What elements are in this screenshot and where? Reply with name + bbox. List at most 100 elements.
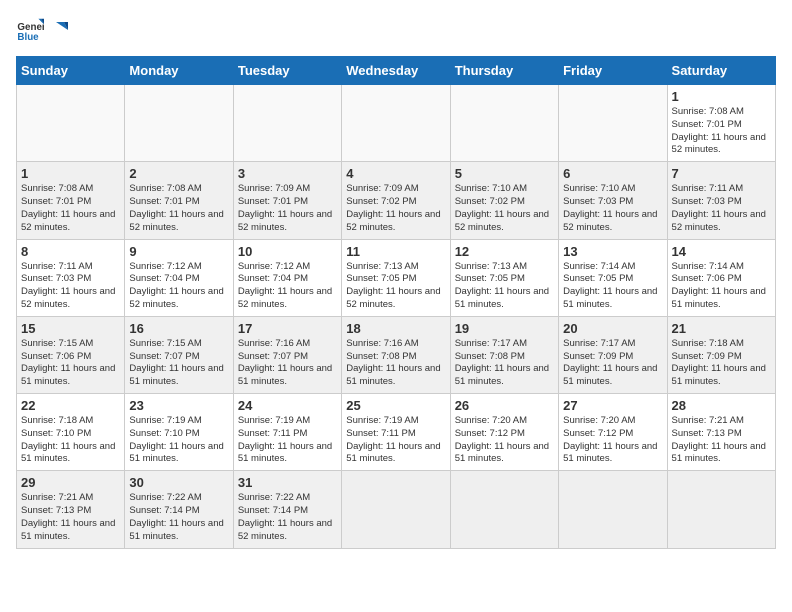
day-number: 24 — [238, 398, 337, 413]
day-info: Sunrise: 7:10 AMSunset: 7:03 PMDaylight:… — [563, 183, 657, 232]
day-info: Sunrise: 7:19 AMSunset: 7:11 PMDaylight:… — [238, 415, 332, 464]
day-number: 6 — [563, 166, 662, 181]
day-info: Sunrise: 7:21 AMSunset: 7:13 PMDaylight:… — [672, 415, 766, 464]
header-day-sunday: Sunday — [17, 57, 125, 85]
day-info: Sunrise: 7:09 AMSunset: 7:01 PMDaylight:… — [238, 183, 332, 232]
calendar-cell: 8Sunrise: 7:11 AMSunset: 7:03 PMDaylight… — [17, 239, 125, 316]
week-row-3: 8Sunrise: 7:11 AMSunset: 7:03 PMDaylight… — [17, 239, 776, 316]
calendar-cell — [559, 471, 667, 548]
calendar-cell: 19 Sunrise: 7:17 AMSunset: 7:08 PMDayligh… — [450, 316, 558, 393]
day-number: 15 — [21, 321, 120, 336]
day-number: 13 — [563, 244, 662, 259]
day-info: Sunrise: 7:20 AMSunset: 7:12 PMDaylight:… — [455, 415, 549, 464]
day-info: Sunrise: 7:08 AMSunset: 7:01 PMDaylight:… — [129, 183, 223, 232]
day-number: 5 — [455, 166, 554, 181]
day-number: 16 — [129, 321, 228, 336]
calendar-cell: 4 Sunrise: 7:09 AMSunset: 7:02 PMDaylight… — [342, 162, 450, 239]
calendar-cell — [450, 471, 558, 548]
day-info: Sunrise: 7:12 AMSunset: 7:04 PMDaylight:… — [238, 261, 332, 310]
calendar-cell: 17 Sunrise: 7:16 AMSunset: 7:07 PMDayligh… — [233, 316, 341, 393]
day-number: 4 — [346, 166, 445, 181]
calendar-cell — [342, 85, 450, 162]
calendar-cell: 1 Sunrise: 7:08 AMSunset: 7:01 PMDaylight… — [17, 162, 125, 239]
day-number: 11 — [346, 244, 445, 259]
logo: General Blue — [16, 16, 70, 44]
day-info: Sunrise: 7:17 AMSunset: 7:08 PMDaylight:… — [455, 338, 549, 387]
calendar-cell: 12Sunrise: 7:13 AMSunset: 7:05 PMDayligh… — [450, 239, 558, 316]
day-info: Sunrise: 7:19 AMSunset: 7:10 PMDaylight:… — [129, 415, 223, 464]
header-day-thursday: Thursday — [450, 57, 558, 85]
calendar-cell: 1Sunrise: 7:08 AMSunset: 7:01 PMDaylight… — [667, 85, 775, 162]
week-row-4: 15 Sunrise: 7:15 AMSunset: 7:06 PMDayligh… — [17, 316, 776, 393]
day-info: Sunrise: 7:22 AMSunset: 7:14 PMDaylight:… — [129, 492, 223, 541]
day-number: 3 — [238, 166, 337, 181]
day-number: 7 — [672, 166, 771, 181]
day-info: Sunrise: 7:11 AMSunset: 7:03 PMDaylight:… — [672, 183, 766, 232]
day-number: 19 — [455, 321, 554, 336]
calendar-table: SundayMondayTuesdayWednesdayThursdayFrid… — [16, 56, 776, 549]
day-number: 17 — [238, 321, 337, 336]
day-info: Sunrise: 7:15 AMSunset: 7:07 PMDaylight:… — [129, 338, 223, 387]
day-number: 22 — [21, 398, 120, 413]
day-number: 20 — [563, 321, 662, 336]
day-number: 14 — [672, 244, 771, 259]
day-info: Sunrise: 7:20 AMSunset: 7:12 PMDaylight:… — [563, 415, 657, 464]
day-number: 2 — [129, 166, 228, 181]
day-number: 1 — [21, 166, 120, 181]
header-day-wednesday: Wednesday — [342, 57, 450, 85]
logo-arrow-icon — [50, 20, 70, 40]
day-number: 23 — [129, 398, 228, 413]
calendar-cell — [17, 85, 125, 162]
calendar-cell: 6 Sunrise: 7:10 AMSunset: 7:03 PMDaylight… — [559, 162, 667, 239]
day-info: Sunrise: 7:09 AMSunset: 7:02 PMDaylight:… — [346, 183, 440, 232]
calendar-cell: 15 Sunrise: 7:15 AMSunset: 7:06 PMDayligh… — [17, 316, 125, 393]
day-info: Sunrise: 7:18 AMSunset: 7:10 PMDaylight:… — [21, 415, 115, 464]
week-row-2: 1 Sunrise: 7:08 AMSunset: 7:01 PMDaylight… — [17, 162, 776, 239]
calendar-cell: 22 Sunrise: 7:18 AMSunset: 7:10 PMDayligh… — [17, 394, 125, 471]
week-row-5: 22 Sunrise: 7:18 AMSunset: 7:10 PMDayligh… — [17, 394, 776, 471]
calendar-cell: 9Sunrise: 7:12 AMSunset: 7:04 PMDaylight… — [125, 239, 233, 316]
calendar-cell: 10 Sunrise: 7:12 AMSunset: 7:04 PMDayligh… — [233, 239, 341, 316]
calendar-cell: 14Sunrise: 7:14 AMSunset: 7:06 PMDayligh… — [667, 239, 775, 316]
day-info: Sunrise: 7:21 AMSunset: 7:13 PMDaylight:… — [21, 492, 115, 541]
day-number: 12 — [455, 244, 554, 259]
day-info: Sunrise: 7:18 AMSunset: 7:09 PMDaylight:… — [672, 338, 766, 387]
header-day-friday: Friday — [559, 57, 667, 85]
day-info: Sunrise: 7:22 AMSunset: 7:14 PMDaylight:… — [238, 492, 332, 541]
calendar-cell: 5Sunrise: 7:10 AMSunset: 7:02 PMDaylight… — [450, 162, 558, 239]
week-row-6: 29 Sunrise: 7:21 AMSunset: 7:13 PMDayligh… — [17, 471, 776, 548]
day-info: Sunrise: 7:15 AMSunset: 7:06 PMDaylight:… — [21, 338, 115, 387]
header-day-tuesday: Tuesday — [233, 57, 341, 85]
day-info: Sunrise: 7:12 AMSunset: 7:04 PMDaylight:… — [129, 261, 223, 310]
calendar-cell: 21Sunrise: 7:18 AMSunset: 7:09 PMDayligh… — [667, 316, 775, 393]
logo-icon: General Blue — [16, 16, 44, 44]
day-info: Sunrise: 7:16 AMSunset: 7:07 PMDaylight:… — [238, 338, 332, 387]
header-day-monday: Monday — [125, 57, 233, 85]
day-number: 29 — [21, 475, 120, 490]
calendar-cell — [559, 85, 667, 162]
calendar-cell: 29 Sunrise: 7:21 AMSunset: 7:13 PMDayligh… — [17, 471, 125, 548]
calendar-cell — [450, 85, 558, 162]
day-number: 30 — [129, 475, 228, 490]
calendar-cell: 18Sunrise: 7:16 AMSunset: 7:08 PMDayligh… — [342, 316, 450, 393]
calendar-cell: 2 Sunrise: 7:08 AMSunset: 7:01 PMDaylight… — [125, 162, 233, 239]
calendar-cell: 28 Sunrise: 7:21 AMSunset: 7:13 PMDayligh… — [667, 394, 775, 471]
calendar-cell — [342, 471, 450, 548]
calendar-cell: 23 Sunrise: 7:19 AMSunset: 7:10 PMDayligh… — [125, 394, 233, 471]
calendar-cell — [125, 85, 233, 162]
calendar-cell: 11 Sunrise: 7:13 AMSunset: 7:05 PMDayligh… — [342, 239, 450, 316]
header-row: SundayMondayTuesdayWednesdayThursdayFrid… — [17, 57, 776, 85]
calendar-cell: 3 Sunrise: 7:09 AMSunset: 7:01 PMDaylight… — [233, 162, 341, 239]
day-number: 31 — [238, 475, 337, 490]
calendar-cell: 20Sunrise: 7:17 AMSunset: 7:09 PMDayligh… — [559, 316, 667, 393]
calendar-cell: 30 Sunrise: 7:22 AMSunset: 7:14 PMDayligh… — [125, 471, 233, 548]
day-number: 10 — [238, 244, 337, 259]
calendar-cell — [233, 85, 341, 162]
day-number: 28 — [672, 398, 771, 413]
day-info: Sunrise: 7:13 AMSunset: 7:05 PMDaylight:… — [346, 261, 440, 310]
day-info: Sunrise: 7:08 AMSunset: 7:01 PMDaylight:… — [21, 183, 115, 232]
calendar-cell: 25Sunrise: 7:19 AMSunset: 7:11 PMDayligh… — [342, 394, 450, 471]
day-info: Sunrise: 7:08 AMSunset: 7:01 PMDaylight:… — [672, 106, 766, 155]
calendar-cell — [667, 471, 775, 548]
day-info: Sunrise: 7:19 AMSunset: 7:11 PMDaylight:… — [346, 415, 440, 464]
